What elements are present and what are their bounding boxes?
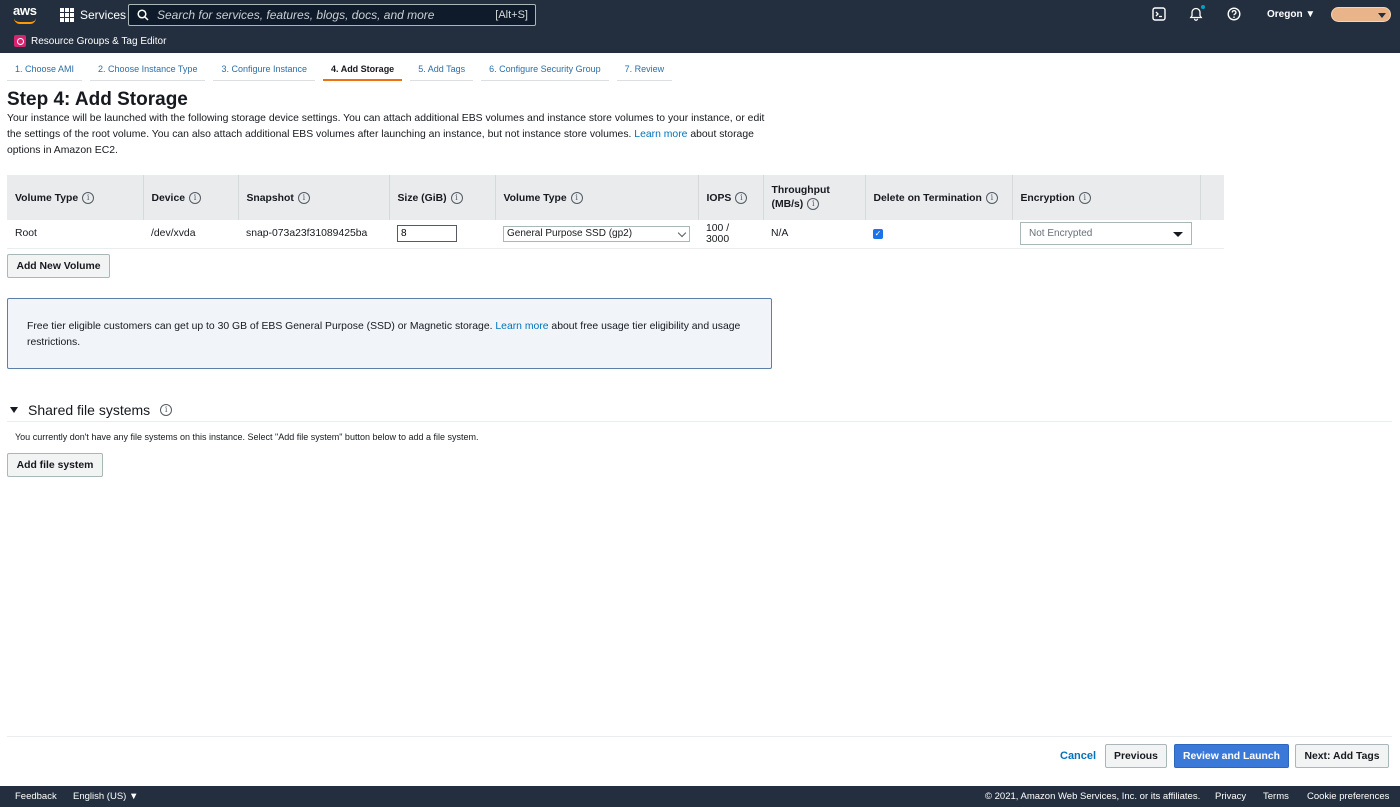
cell-snapshot: snap-073a23f31089425ba — [238, 220, 389, 249]
account-menu-button[interactable] — [1331, 7, 1391, 22]
divider — [7, 736, 1392, 737]
chevron-down-icon — [677, 228, 687, 237]
terms-link[interactable]: Terms — [1263, 791, 1289, 802]
header-throughput: Throughput (MB/s) i — [763, 175, 866, 220]
tab-add-tags[interactable]: 5. Add Tags — [410, 59, 474, 81]
cell-volume-type-select: General Purpose SSD (gp2) — [495, 220, 698, 249]
wizard-tabs: 1. Choose AMI 2. Choose Instance Type 3.… — [7, 59, 680, 81]
search-bar[interactable]: [Alt+S] — [128, 4, 536, 26]
header-encryption: Encryption i — [1012, 175, 1201, 220]
aws-logo-text: aws — [13, 3, 37, 18]
header-volume-type-2: Volume Type i — [495, 175, 699, 220]
delete-on-termination-checkbox[interactable]: ✓ — [873, 228, 883, 239]
cookie-preferences-link[interactable]: Cookie preferences — [1307, 791, 1389, 802]
info-icon[interactable]: i — [807, 197, 820, 210]
header-device: Device i — [143, 175, 239, 220]
cell-delete-on-termination: ✓ — [865, 220, 1012, 249]
free-tier-learn-more-link[interactable]: Learn more — [495, 321, 548, 332]
info-icon[interactable]: i — [160, 404, 173, 416]
tab-configure-security-group[interactable]: 6. Configure Security Group — [481, 59, 609, 81]
shared-file-systems-description: You currently don't have any file system… — [15, 432, 479, 442]
intro-text: Your instance will be launched with the … — [7, 111, 767, 159]
header-snapshot: Snapshot i — [238, 175, 390, 220]
cell-throughput: N/A — [763, 220, 865, 249]
info-icon[interactable]: i — [297, 191, 310, 204]
tab-review[interactable]: 7. Review — [616, 59, 673, 81]
cell-device: /dev/xvda — [143, 220, 238, 249]
encryption-select[interactable]: Not Encrypted — [1020, 222, 1192, 246]
top-navigation: aws Services [Alt+S] Oregon ▼ — [0, 0, 1400, 31]
tab-add-storage[interactable]: 4. Add Storage — [323, 59, 403, 81]
cell-iops: 100 / 3000 — [698, 220, 763, 249]
size-input[interactable] — [397, 225, 457, 243]
resource-groups-link[interactable]: Resource Groups & Tag Editor — [14, 35, 166, 47]
search-input[interactable] — [157, 8, 496, 22]
info-icon[interactable]: i — [189, 191, 202, 204]
info-icon[interactable]: i — [450, 191, 463, 204]
help-icon[interactable] — [1227, 7, 1243, 23]
footer: Feedback English (US) ▼ © 2021, Amazon W… — [0, 786, 1400, 807]
copyright-text: © 2021, Amazon Web Services, Inc. or its… — [985, 791, 1201, 802]
tab-configure-instance[interactable]: 3. Configure Instance — [213, 59, 316, 81]
aws-logo[interactable]: aws — [13, 4, 39, 26]
resource-groups-label: Resource Groups & Tag Editor — [31, 35, 167, 47]
grid-icon — [60, 8, 74, 22]
resource-groups-icon — [14, 35, 26, 47]
info-icon[interactable]: i — [570, 191, 583, 204]
cell-size — [389, 220, 495, 249]
next-add-tags-button[interactable]: Next: Add Tags — [1295, 744, 1389, 768]
divider — [7, 421, 1392, 422]
tab-choose-instance-type[interactable]: 2. Choose Instance Type — [90, 59, 206, 81]
services-menu-button[interactable]: Services — [60, 4, 126, 26]
tab-choose-ami[interactable]: 1. Choose AMI — [7, 59, 83, 81]
favorites-bar: Resource Groups & Tag Editor — [0, 31, 1400, 53]
search-icon — [137, 9, 149, 21]
bell-icon[interactable] — [1189, 5, 1205, 23]
review-and-launch-button[interactable]: Review and Launch — [1174, 744, 1289, 768]
info-icon[interactable]: i — [82, 191, 95, 204]
info-icon[interactable]: i — [985, 191, 998, 204]
caret-down-icon — [10, 407, 18, 413]
header-spacer — [1200, 175, 1224, 220]
cell-volume-type: Root — [7, 220, 143, 249]
shared-file-systems-title: Shared file systems — [28, 402, 151, 418]
table-row: Root /dev/xvda snap-073a23f31089425ba Ge… — [7, 220, 1224, 249]
add-file-system-button[interactable]: Add file system — [7, 453, 103, 477]
cloudshell-icon[interactable] — [1152, 7, 1168, 23]
shared-file-systems-toggle[interactable]: Shared file systems i — [10, 402, 173, 418]
free-tier-text: Free tier eligible customers can get up … — [27, 321, 493, 332]
volume-type-select[interactable]: General Purpose SSD (gp2) — [503, 225, 690, 242]
intro-learn-more-link[interactable]: Learn more — [634, 129, 687, 140]
free-tier-info-box: Free tier eligible customers can get up … — [7, 298, 772, 369]
header-volume-type: Volume Type i — [7, 175, 144, 220]
caret-down-icon — [1173, 232, 1183, 238]
info-icon[interactable]: i — [1078, 191, 1091, 204]
services-label: Services — [80, 8, 127, 22]
table-header-row: Volume Type i Device i Snapshot i Size (GiB… — [7, 175, 1224, 220]
feedback-link[interactable]: Feedback — [15, 791, 57, 802]
language-selector[interactable]: English (US) ▼ — [73, 791, 138, 802]
page-title: Step 4: Add Storage — [7, 89, 188, 110]
header-delete-on-termination: Delete on Termination i — [865, 175, 1013, 220]
header-size: Size (GiB) i — [389, 175, 496, 220]
search-shortcut: [Alt+S] — [495, 9, 528, 21]
add-new-volume-button[interactable]: Add New Volume — [7, 254, 110, 278]
previous-button[interactable]: Previous — [1105, 744, 1167, 768]
cancel-button[interactable]: Cancel — [1060, 750, 1096, 762]
privacy-link[interactable]: Privacy — [1215, 791, 1246, 802]
aws-smile-icon — [14, 18, 36, 24]
storage-table: Volume Type i Device i Snapshot i Size (GiB… — [7, 175, 1224, 249]
notification-dot — [1201, 5, 1205, 9]
cell-encryption: Not Encrypted — [1012, 220, 1200, 249]
info-icon[interactable]: i — [735, 191, 748, 204]
region-selector[interactable]: Oregon ▼ — [1267, 9, 1315, 20]
header-iops: IOPS i — [698, 175, 764, 220]
